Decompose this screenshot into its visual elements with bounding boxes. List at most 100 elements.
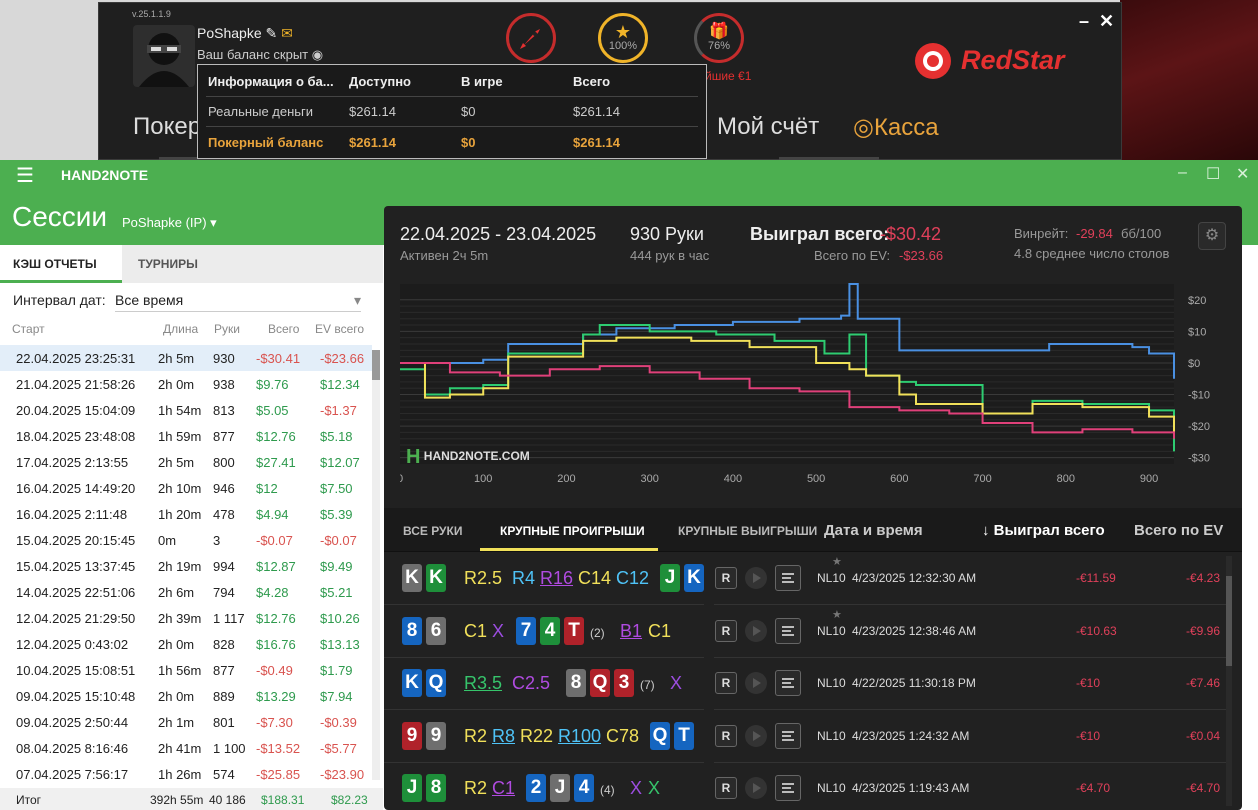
hand-history-icon[interactable] <box>775 670 801 696</box>
tooltip-row: Реальные деньги $261.14 $0 $261.14 <box>206 97 698 127</box>
nav-cashier[interactable]: ◎Касса <box>853 113 939 142</box>
won-value: -$30.42 <box>880 224 942 244</box>
hand-row[interactable]: 8 6 C1 X 7 4 T (2) B1 C1 R ★ NL10 4/23/2025 12:38:46 … <box>384 605 1226 658</box>
action-label: R16 <box>540 568 574 588</box>
table-row[interactable]: 12.04.2025 21:29:50 2h 39m 1 117 $12.76 $10.… <box>0 605 372 631</box>
hand-history-icon[interactable] <box>775 565 801 591</box>
table-row[interactable]: 18.04.2025 23:48:08 1h 59m 877 $12.76 $5.18 <box>0 423 372 449</box>
replay-button[interactable]: R <box>715 567 737 589</box>
star-progress-icon[interactable]: ★ 100% <box>598 13 648 63</box>
col-length[interactable]: Длина <box>163 322 198 336</box>
nav-account[interactable]: Мой счёт <box>717 113 819 141</box>
board-card: Q <box>590 669 610 697</box>
action-label: X <box>630 778 643 798</box>
player-select[interactable]: PoShapke (IP) ▾ <box>122 215 217 231</box>
tooltip-header-row: Информация о ба... Доступно В игре Всего <box>206 67 698 97</box>
table-row[interactable]: 07.04.2025 7:56:17 1h 26m 574 -$25.85 -$23.9… <box>0 761 372 787</box>
table-cell: 1h 56m <box>158 663 202 678</box>
close-icon[interactable]: ✕ <box>1099 11 1114 32</box>
cashier-label: Касса <box>873 114 939 141</box>
mail-icon[interactable]: ✉ <box>281 25 293 41</box>
col-hands[interactable]: Руки <box>214 322 240 336</box>
play-icon[interactable] <box>745 777 767 799</box>
table-row[interactable]: 14.04.2025 22:51:06 2h 6m 794 $4.28 $5.21 <box>0 579 372 605</box>
replay-button[interactable]: R <box>715 724 737 747</box>
table-row[interactable]: 20.04.2025 15:04:09 1h 54m 813 $5.05 -$1.37 <box>0 397 372 423</box>
table-row[interactable]: 08.04.2025 8:16:46 2h 41m 1 100 -$13.52 -$5.… <box>0 735 372 761</box>
table-row[interactable]: 21.04.2025 21:58:26 2h 0m 938 $9.76 $12.34 <box>0 371 372 397</box>
nav-poker[interactable]: Покер <box>133 113 201 141</box>
scrollbar[interactable] <box>1226 556 1232 806</box>
x-tick-label: 200 <box>557 473 575 485</box>
col-total[interactable]: Всего <box>268 322 299 336</box>
tab-big-wins[interactable]: КРУПНЫЕ ВЫИГРЫШИ <box>678 524 817 538</box>
table-cell: 1h 20m <box>158 507 202 522</box>
play-icon[interactable] <box>745 567 767 589</box>
replay-button[interactable]: R <box>715 777 737 799</box>
tab-big-losses[interactable]: КРУПНЫЕ ПРОИГРЫШИ <box>500 524 645 538</box>
table-cell: 14.04.2025 22:51:06 <box>16 585 136 600</box>
replay-button[interactable]: R <box>715 672 737 694</box>
menu-icon[interactable]: ☰ <box>16 163 34 188</box>
table-cell: -$0.07 <box>320 533 357 548</box>
settings-button[interactable]: ⚙ <box>1198 222 1226 250</box>
tab-all-hands[interactable]: ВСЕ РУКИ <box>403 524 462 538</box>
avatar[interactable] <box>133 25 195 87</box>
col-start[interactable]: Старт <box>12 322 45 336</box>
table-row[interactable]: 10.04.2025 15:08:51 1h 56m 877 -$0.49 $1.79 <box>0 657 372 683</box>
scrollbar[interactable] <box>372 350 380 780</box>
star-icon[interactable]: ★ <box>832 608 842 621</box>
gift-progress-icon[interactable]: 🎁 76% <box>694 13 744 63</box>
scrollbar-thumb[interactable] <box>1226 576 1232 666</box>
hand-ev: -€4.70 <box>1186 781 1221 795</box>
y-tick-label: $10 <box>1188 326 1206 338</box>
action-label: R8 <box>492 725 516 746</box>
hole-card: Q <box>426 669 446 697</box>
hand-row[interactable]: J 8 R2 C1 2 J 4 (4) X X R NL10 4/23/2025 1:19:43 AM -… <box>384 763 1226 810</box>
col-datetime[interactable]: Дата и время <box>824 522 923 539</box>
edit-icon[interactable]: ✎ <box>266 25 278 41</box>
star-icon[interactable]: ★ <box>832 555 842 568</box>
x-tick-label: 900 <box>1140 473 1158 485</box>
rocket-icon[interactable] <box>506 13 556 63</box>
hand-history-icon[interactable] <box>775 775 801 801</box>
table-row[interactable]: 09.04.2025 2:50:44 2h 1m 801 -$7.30 -$0.39 <box>0 709 372 735</box>
col-won-sort[interactable]: ↓ Выиграл всего <box>982 522 1105 539</box>
play-icon[interactable] <box>745 619 767 642</box>
hand-row[interactable]: 9 9 R2 R8 R22 R100 C78 Q T R NL10 4/23/2025 1:24:32… <box>384 710 1226 763</box>
col-ev[interactable]: Всего по EV <box>1134 522 1223 539</box>
table-cell: 16.04.2025 14:49:20 <box>16 481 136 496</box>
hand-history-icon[interactable] <box>775 617 801 644</box>
play-icon[interactable] <box>745 672 767 694</box>
table-cell: 1h 59m <box>158 429 202 444</box>
minimize-icon[interactable]: – <box>1178 164 1187 182</box>
table-row[interactable]: 12.04.2025 0:43:02 2h 0m 828 $16.76 $13.13 <box>0 631 372 657</box>
interval-select[interactable]: Все время ▾ <box>115 290 361 312</box>
tab-tournaments[interactable]: ТУРНИРЫ <box>138 257 198 271</box>
hand-row[interactable]: K K R2.5 R4 R16 C14 C12 J K R ★ NL10 4/23/2025 12:32… <box>384 553 1226 605</box>
replay-button[interactable]: R <box>715 619 737 642</box>
table-cell: 2h 10m <box>158 481 202 496</box>
play-icon[interactable] <box>745 724 767 747</box>
table-row[interactable]: 16.04.2025 14:49:20 2h 10m 946 $12 $7.50 <box>0 475 372 501</box>
table-row[interactable]: 16.04.2025 2:11:48 1h 20m 478 $4.94 $5.39 <box>0 501 372 527</box>
hand-history-icon[interactable] <box>775 722 801 749</box>
table-row[interactable]: 15.04.2025 13:37:45 2h 19m 994 $12.87 $9.49 <box>0 553 372 579</box>
table-row[interactable]: 17.04.2025 2:13:55 2h 5m 800 $27.41 $12.07 <box>0 449 372 475</box>
table-row[interactable]: 09.04.2025 15:10:48 2h 0m 889 $13.29 $7.94 <box>0 683 372 709</box>
scrollbar-thumb[interactable] <box>372 350 380 380</box>
col-ev[interactable]: EV всего <box>315 322 364 336</box>
table-cell: 2h 5m <box>158 351 195 366</box>
eye-icon[interactable]: ◉ <box>312 47 323 62</box>
minimize-icon[interactable]: – <box>1079 11 1089 32</box>
x-tick-label: 0 <box>400 473 403 485</box>
table-row[interactable]: 15.04.2025 20:15:45 0m 3 -$0.07 -$0.07 <box>0 527 372 553</box>
table-row[interactable]: 22.04.2025 23:25:31 2h 5m 930 -$30.41 -$23.6… <box>0 345 372 371</box>
maximize-icon[interactable]: ☐ <box>1206 164 1220 184</box>
action-label: R2 <box>464 778 488 798</box>
tab-cash[interactable]: КЭШ ОТЧЕТЫ <box>13 257 97 271</box>
close-icon[interactable]: ✕ <box>1236 164 1249 184</box>
action-label: R100 <box>558 725 602 746</box>
hand-row[interactable]: K Q R3.5 C2.5 8 Q 3 (7) X R NL10 4/22/2025 11:30:18… <box>384 658 1226 710</box>
table-cell: 1 117 <box>213 611 245 626</box>
